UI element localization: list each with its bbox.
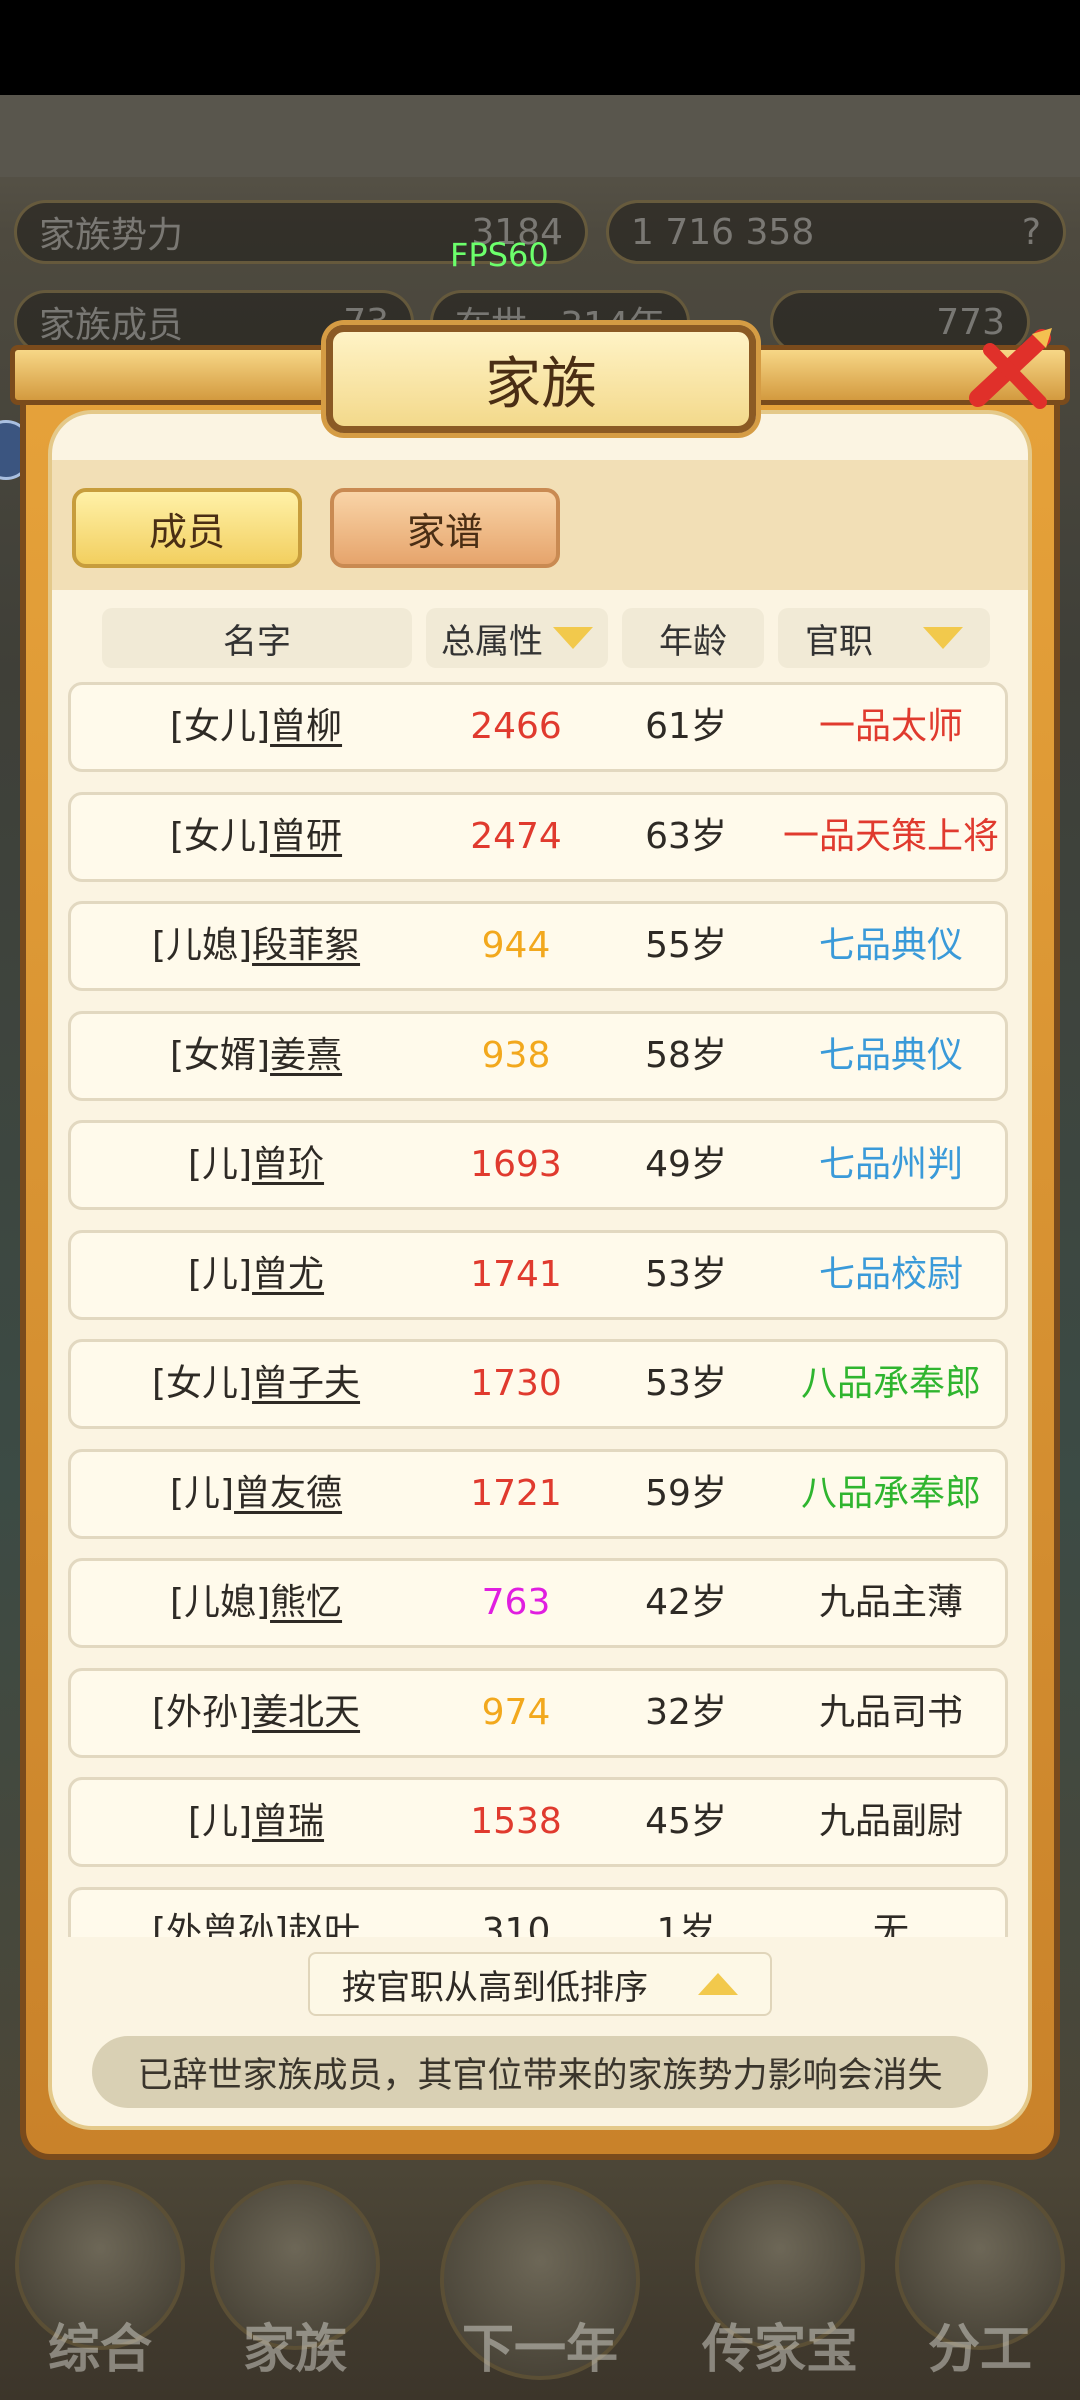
member-position: 无 bbox=[872, 1910, 909, 1938]
sort-down-icon bbox=[923, 627, 963, 649]
member-position: 一品太师 bbox=[818, 706, 963, 747]
member-age: 42岁 bbox=[645, 1582, 727, 1623]
member-row[interactable]: [女儿]曾研 2474 63岁 一品天策上将 bbox=[68, 791, 1008, 882]
member-age: 53岁 bbox=[645, 1363, 727, 1404]
member-attr: 974 bbox=[481, 1691, 551, 1733]
nav-heirloom[interactable]: 传家宝 bbox=[690, 2180, 870, 2400]
member-age: 55岁 bbox=[645, 925, 727, 966]
resources-value: 1 716 358 bbox=[631, 211, 815, 253]
member-position: 七品州判 bbox=[818, 1144, 963, 1185]
tab-members[interactable]: 成员 bbox=[72, 488, 302, 568]
member-attr: 1538 bbox=[470, 1801, 562, 1842]
member-age: 61岁 bbox=[645, 706, 727, 747]
member-age: 1岁 bbox=[656, 1910, 716, 1938]
member-name[interactable]: [儿媳]熊忆 bbox=[71, 1561, 441, 1645]
member-position: 九品副尉 bbox=[818, 1801, 963, 1842]
member-age: 45岁 bbox=[645, 1801, 727, 1842]
member-row[interactable]: [外孙]姜北天 974 32岁 九品司书 bbox=[68, 1667, 1008, 1758]
member-row[interactable]: [儿]曾玠 1693 49岁 七品州判 bbox=[68, 1120, 1008, 1210]
tab-family-tree[interactable]: 家谱 bbox=[330, 488, 560, 568]
member-position: 八品承奉郎 bbox=[800, 1363, 981, 1404]
member-row[interactable]: [外曾孙]赵叶 310 1岁 无 bbox=[68, 1886, 1008, 1938]
sort-down-icon bbox=[553, 627, 593, 649]
member-name[interactable]: [儿媳]段菲絮 bbox=[71, 904, 441, 988]
family-power-label: 家族势力 bbox=[39, 215, 184, 256]
nav-overview[interactable]: 综合 bbox=[10, 2180, 190, 2400]
nav-division[interactable]: 分工 bbox=[890, 2180, 1070, 2400]
member-name[interactable]: [女儿]曾研 bbox=[71, 795, 441, 879]
member-attr: 763 bbox=[481, 1582, 551, 1623]
member-row[interactable]: [儿媳]段菲絮 944 55岁 七品典仪 bbox=[68, 901, 1008, 991]
member-attr: 1730 bbox=[470, 1363, 562, 1404]
status-bar bbox=[0, 0, 1080, 95]
member-name[interactable]: [女儿]曾柳 bbox=[71, 685, 441, 769]
member-age: 58岁 bbox=[645, 1034, 727, 1076]
sort-up-icon bbox=[698, 1973, 738, 1995]
member-position: 七品校尉 bbox=[818, 1253, 963, 1295]
top-bar bbox=[0, 95, 1080, 177]
member-attr: 1721 bbox=[470, 1472, 562, 1514]
member-row[interactable]: [儿媳]熊忆 763 42岁 九品主薄 bbox=[68, 1558, 1008, 1648]
member-age: 59岁 bbox=[645, 1472, 727, 1514]
nav-family[interactable]: 家族 bbox=[205, 2180, 385, 2400]
member-name[interactable]: [女婿]姜熹 bbox=[71, 1014, 441, 1098]
member-name[interactable]: [儿]曾友德 bbox=[71, 1452, 441, 1536]
member-age: 32岁 bbox=[645, 1691, 727, 1733]
help-icon[interactable]: ? bbox=[1022, 212, 1041, 253]
member-position: 九品司书 bbox=[818, 1691, 963, 1733]
member-attr: 2474 bbox=[470, 815, 562, 857]
close-button[interactable] bbox=[960, 320, 1060, 420]
member-attr: 1741 bbox=[470, 1253, 562, 1295]
dialog-title: 家族 bbox=[326, 325, 756, 433]
member-position: 七品典仪 bbox=[818, 925, 963, 966]
member-attr: 944 bbox=[481, 925, 551, 966]
member-row[interactable]: [儿]曾尤 1741 53岁 七品校尉 bbox=[68, 1229, 1008, 1320]
member-position: 九品主薄 bbox=[818, 1582, 963, 1623]
member-attr: 1693 bbox=[470, 1144, 562, 1185]
member-name[interactable]: [儿]曾玠 bbox=[71, 1123, 441, 1207]
notice-banner: 已辞世家族成员，其官位带来的家族势力影响会消失 bbox=[92, 2036, 988, 2108]
nav-next-year[interactable]: 下一年 bbox=[430, 2180, 650, 2400]
column-header-age[interactable]: 年龄 bbox=[622, 608, 764, 668]
member-age: 49岁 bbox=[645, 1144, 727, 1185]
member-name[interactable]: [外孙]姜北天 bbox=[71, 1671, 441, 1755]
column-header-position[interactable]: 官职 bbox=[778, 608, 990, 668]
member-row[interactable]: [儿]曾友德 1721 59岁 八品承奉郎 bbox=[68, 1448, 1008, 1539]
member-name[interactable]: [女儿]曾子夫 bbox=[71, 1342, 441, 1426]
column-header-attr[interactable]: 总属性 bbox=[426, 608, 608, 668]
member-age: 63岁 bbox=[645, 815, 727, 857]
member-position: 七品典仪 bbox=[818, 1034, 963, 1076]
member-attr: 938 bbox=[481, 1034, 551, 1076]
member-position: 一品天策上将 bbox=[782, 815, 999, 857]
title-wing-left bbox=[10, 345, 340, 405]
member-row[interactable]: [女儿]曾柳 2466 61岁 一品太师 bbox=[68, 682, 1008, 772]
member-row[interactable]: [儿]曾瑞 1538 45岁 九品副尉 bbox=[68, 1777, 1008, 1867]
column-header-name[interactable]: 名字 bbox=[102, 608, 412, 668]
member-position: 八品承奉郎 bbox=[800, 1472, 981, 1514]
member-name[interactable]: [儿]曾尤 bbox=[71, 1233, 441, 1317]
member-row[interactable]: [女儿]曾子夫 1730 53岁 八品承奉郎 bbox=[68, 1339, 1008, 1429]
member-name[interactable]: [外曾孙]赵叶 bbox=[71, 1890, 441, 1938]
member-age: 53岁 bbox=[645, 1253, 727, 1295]
member-row[interactable]: [女婿]姜熹 938 58岁 七品典仪 bbox=[68, 1010, 1008, 1101]
close-icon bbox=[969, 328, 1052, 409]
member-list[interactable]: [女儿]曾柳 2466 61岁 一品太师 [女儿]曾研 2474 63岁 一品天策上将 [儿媳]… bbox=[68, 682, 1008, 1937]
family-members-label: 家族成员 bbox=[39, 305, 184, 346]
resources-pill: 1 716 358 ? bbox=[606, 200, 1066, 264]
fps-counter: FPS60 bbox=[450, 236, 549, 274]
member-attr: 2466 bbox=[470, 706, 562, 747]
member-name[interactable]: [儿]曾瑞 bbox=[71, 1780, 441, 1864]
sort-order-button[interactable]: 按官职从高到低排序 bbox=[308, 1952, 772, 2016]
member-attr: 310 bbox=[481, 1910, 551, 1938]
